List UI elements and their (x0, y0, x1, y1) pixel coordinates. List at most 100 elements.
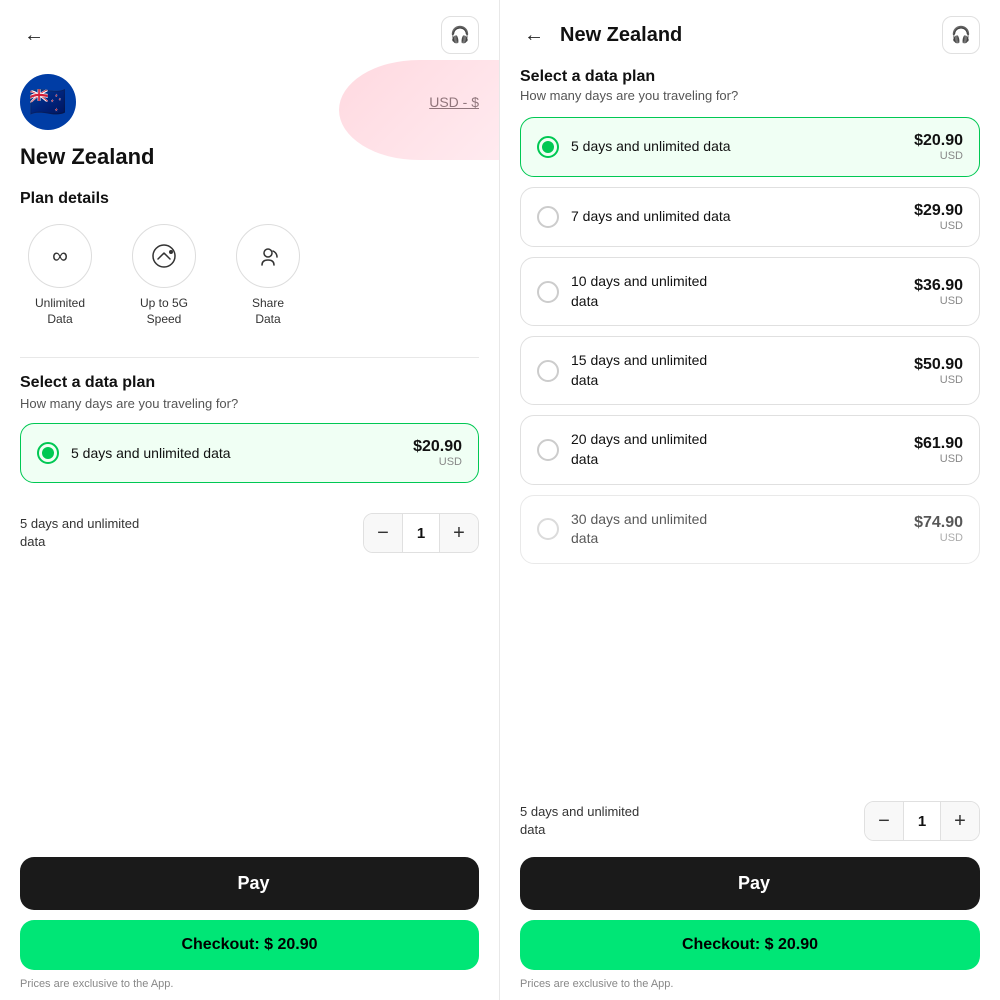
plan-item-5-name: 30 days and unlimiteddata (571, 510, 707, 549)
right-checkout-button[interactable]: Checkout: $ 20.90 (520, 920, 980, 970)
plan-item-2-left: 10 days and unlimiteddata (537, 272, 707, 311)
flag-emoji: 🇳🇿 (29, 85, 66, 120)
plan-item-3-price-col: $50.90 USD (914, 356, 963, 386)
apple-pay-button[interactable]: Pay (20, 857, 479, 910)
plan-item-2-name: 10 days and unlimiteddata (571, 272, 707, 311)
plan-item-4-currency: USD (914, 453, 963, 465)
plan-item-3-currency: USD (914, 374, 963, 386)
selected-plan-currency: USD (413, 456, 462, 468)
plan-item-3-name: 15 days and unlimiteddata (571, 351, 707, 390)
feature-unlimited-data: ∞ UnlimitedData (20, 224, 100, 327)
selected-plan-price-col: $20.90 USD (413, 438, 462, 468)
right-prices-note: Prices are exclusive to the App. (520, 978, 980, 990)
plan-item-1-currency: USD (914, 220, 963, 232)
selected-radio (37, 442, 59, 464)
plan-item-0-price: $20.90 (914, 132, 963, 150)
plan-item-0-currency: USD (914, 150, 963, 162)
plan-item-3-left: 15 days and unlimiteddata (537, 351, 707, 390)
plan-details-title: Plan details (20, 190, 479, 208)
quantity-value: 1 (402, 514, 440, 552)
plan-item-0-radio (537, 136, 559, 158)
flag: 🇳🇿 (20, 74, 76, 130)
plan-item-4-price-col: $61.90 USD (914, 435, 963, 465)
right-quantity-row: 5 days and unlimiteddata − 1 + (500, 791, 1000, 849)
right-quantity-value: 1 (903, 802, 941, 840)
right-select-plan-subtitle: How many days are you traveling for? (500, 88, 1000, 113)
plan-item-5-radio (537, 518, 559, 540)
selected-plan-name: 5 days and unlimited data (71, 445, 231, 461)
right-quantity-controls: − 1 + (864, 801, 980, 841)
left-panel: ← 🎧 🇳🇿 USD - $ New Zealand Plan details … (0, 0, 500, 1000)
plan-item-4-radio (537, 439, 559, 461)
plan-item-2-price-col: $36.90 USD (914, 277, 963, 307)
left-bottom-section: Pay Checkout: $ 20.90 Prices are exclusi… (0, 849, 499, 1000)
feature-5g-speed: Up to 5GSpeed (124, 224, 204, 327)
right-apple-pay-label: Pay (738, 873, 770, 894)
checkout-button[interactable]: Checkout: $ 20.90 (20, 920, 479, 970)
right-apple-pay-button[interactable]: Pay (520, 857, 980, 910)
quantity-decrease-button[interactable]: − (364, 514, 402, 552)
unlimited-data-icon: ∞ (28, 224, 92, 288)
5g-speed-label: Up to 5GSpeed (140, 296, 188, 327)
plan-item-1[interactable]: 7 days and unlimited data $29.90 USD (520, 187, 980, 247)
left-back-button[interactable]: ← (20, 20, 48, 51)
plan-item-2-radio (537, 281, 559, 303)
right-support-button[interactable]: 🎧 (942, 16, 980, 54)
plan-item-5[interactable]: 30 days and unlimiteddata $74.90 USD (520, 495, 980, 564)
plan-item-4-price: $61.90 (914, 435, 963, 453)
plan-item-5-price: $74.90 (914, 514, 963, 532)
right-quantity-label: 5 days and unlimiteddata (520, 803, 639, 839)
plan-item-2-price: $36.90 (914, 277, 963, 295)
quantity-increase-button[interactable]: + (440, 514, 478, 552)
plan-item-0-price-col: $20.90 USD (914, 132, 963, 162)
quantity-controls: − 1 + (363, 513, 479, 553)
features-row: ∞ UnlimitedData Up to 5GSpeed (20, 224, 479, 327)
5g-speed-icon (132, 224, 196, 288)
share-data-label: ShareData (252, 296, 284, 327)
divider-1 (20, 357, 479, 358)
plan-item-2[interactable]: 10 days and unlimiteddata $36.90 USD (520, 257, 980, 326)
selected-radio-inner (42, 447, 54, 459)
plan-item-0[interactable]: 5 days and unlimited data $20.90 USD (520, 117, 980, 177)
left-support-icon: 🎧 (450, 25, 470, 45)
plan-item-4-name: 20 days and unlimiteddata (571, 430, 707, 469)
right-panel: ← New Zealand 🎧 Select a data plan How m… (500, 0, 1000, 1000)
plan-item-1-radio (537, 206, 559, 228)
left-support-button[interactable]: 🎧 (441, 16, 479, 54)
plan-item-1-price-col: $29.90 USD (914, 202, 963, 232)
plan-item-4[interactable]: 20 days and unlimiteddata $61.90 USD (520, 415, 980, 484)
left-header: ← 🎧 (0, 0, 499, 64)
plan-item-2-currency: USD (914, 295, 963, 307)
selected-plan-price: $20.90 (413, 438, 462, 456)
right-title: New Zealand (560, 24, 930, 47)
plan-item-0-name: 5 days and unlimited data (571, 137, 731, 157)
select-plan-section: Select a data plan How many days are you… (0, 370, 499, 503)
right-select-plan-title: Select a data plan (500, 64, 1000, 88)
right-header: ← New Zealand 🎧 (500, 0, 1000, 64)
plan-item-1-name: 7 days and unlimited data (571, 207, 731, 227)
plan-item-1-left: 7 days and unlimited data (537, 206, 731, 228)
plan-item-0-left: 5 days and unlimited data (537, 136, 731, 158)
selected-plan-card[interactable]: 5 days and unlimited data $20.90 USD (20, 423, 479, 483)
plan-details-section: Plan details ∞ UnlimitedData Up to 5GSpe… (0, 180, 499, 345)
selected-plan-card-left: 5 days and unlimited data (37, 442, 231, 464)
plan-item-0-radio-inner (542, 141, 554, 153)
plan-item-5-currency: USD (914, 532, 963, 544)
apple-pay-label: Pay (237, 873, 269, 894)
plan-item-1-price: $29.90 (914, 202, 963, 220)
plan-item-4-left: 20 days and unlimiteddata (537, 430, 707, 469)
quantity-row: 5 days and unlimiteddata − 1 + (0, 503, 499, 561)
plan-list: 5 days and unlimited data $20.90 USD 7 d… (500, 113, 1000, 791)
plan-item-3-price: $50.90 (914, 356, 963, 374)
feature-share-data: ShareData (228, 224, 308, 327)
right-bottom-section: Pay Checkout: $ 20.90 Prices are exclusi… (500, 849, 1000, 1000)
plan-item-3[interactable]: 15 days and unlimiteddata $50.90 USD (520, 336, 980, 405)
plan-item-3-radio (537, 360, 559, 382)
decoration (339, 60, 499, 160)
right-quantity-decrease-button[interactable]: − (865, 802, 903, 840)
right-back-button[interactable]: ← (520, 20, 548, 51)
plan-item-5-price-col: $74.90 USD (914, 514, 963, 544)
right-support-icon: 🎧 (951, 25, 971, 45)
select-plan-title: Select a data plan (20, 374, 479, 392)
right-quantity-increase-button[interactable]: + (941, 802, 979, 840)
